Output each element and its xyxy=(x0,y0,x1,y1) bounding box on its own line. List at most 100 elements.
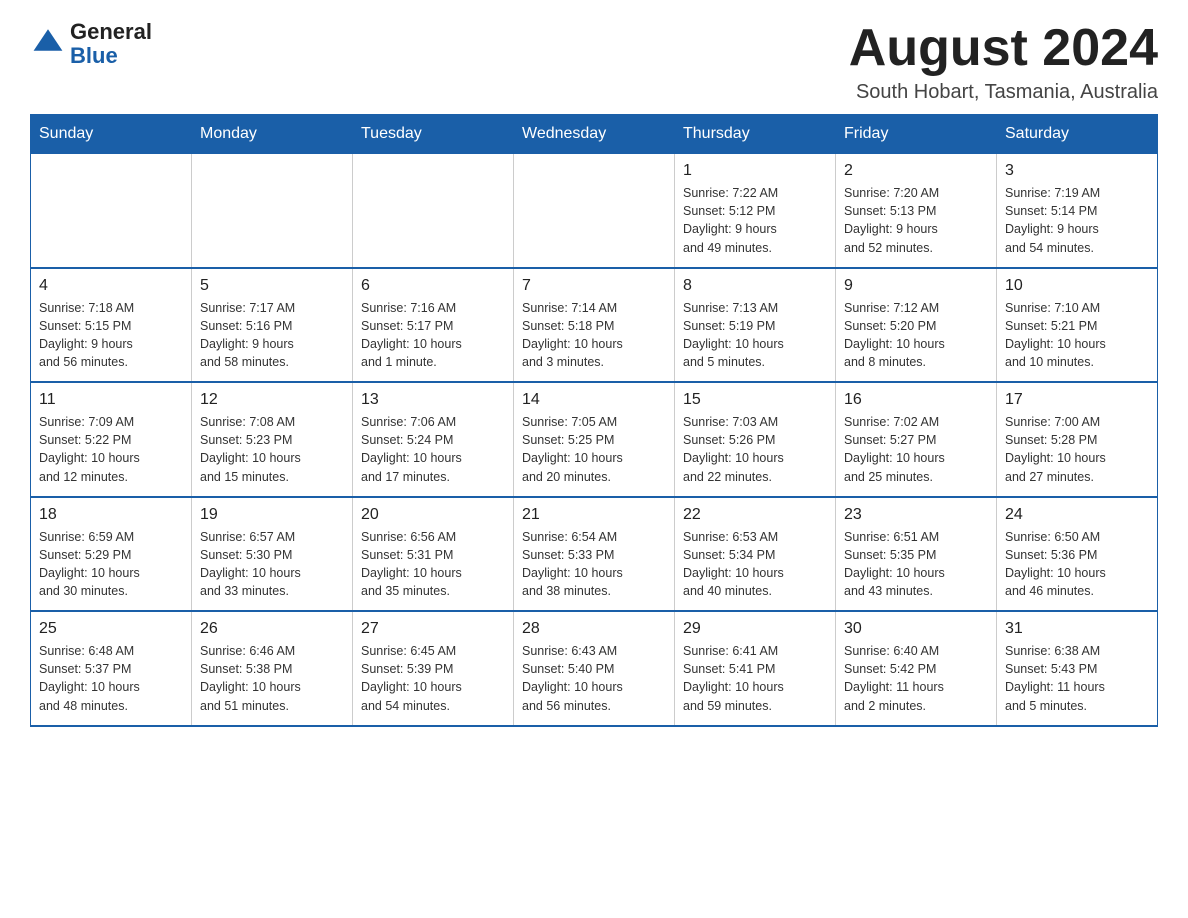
day-number: 13 xyxy=(361,391,505,409)
calendar-cell: 18 Sunrise: 6:59 AM Sunset: 5:29 PM Dayli… xyxy=(31,497,192,612)
day-number: 12 xyxy=(200,391,344,409)
day-info: Sunrise: 7:05 AM Sunset: 5:25 PM Dayligh… xyxy=(522,413,666,486)
calendar-cell: 22 Sunrise: 6:53 AM Sunset: 5:34 PM Dayli… xyxy=(675,497,836,612)
day-info: Sunrise: 6:50 AM Sunset: 5:36 PM Dayligh… xyxy=(1005,528,1149,601)
day-info: Sunrise: 6:48 AM Sunset: 5:37 PM Dayligh… xyxy=(39,642,183,715)
calendar-week-row: 25Sunrise: 6:48 AM Sunset: 5:37 PM Dayli… xyxy=(31,611,1158,726)
calendar-cell: 14 Sunrise: 7:05 AM Sunset: 5:25 PM Dayli… xyxy=(514,382,675,497)
calendar-cell: 5 Sunrise: 7:17 AM Sunset: 5:16 PM Daylig… xyxy=(192,268,353,383)
calendar-cell: 31 Sunrise: 6:38 AM Sunset: 5:43 PM Dayli… xyxy=(997,611,1158,726)
day-number: 4 xyxy=(39,277,183,295)
day-number: 26 xyxy=(200,620,344,638)
day-number: 8 xyxy=(683,277,827,295)
calendar-table: SundayMondayTuesdayWednesdayThursdayFrid… xyxy=(30,114,1158,727)
day-of-week-header: Sunday xyxy=(31,115,192,154)
calendar-cell: 24 Sunrise: 6:50 AM Sunset: 5:36 PM Dayli… xyxy=(997,497,1158,612)
day-number: 27 xyxy=(361,620,505,638)
day-of-week-header: Saturday xyxy=(997,115,1158,154)
day-number: 19 xyxy=(200,506,344,524)
day-of-week-header: Wednesday xyxy=(514,115,675,154)
calendar-header-row: SundayMondayTuesdayWednesdayThursdayFrid… xyxy=(31,115,1158,154)
calendar-cell: 13 Sunrise: 7:06 AM Sunset: 5:24 PM Dayli… xyxy=(353,382,514,497)
logo-general: General xyxy=(70,20,152,44)
day-info: Sunrise: 7:14 AM Sunset: 5:18 PM Dayligh… xyxy=(522,299,666,372)
day-of-week-header: Thursday xyxy=(675,115,836,154)
day-info: Sunrise: 7:00 AM Sunset: 5:28 PM Dayligh… xyxy=(1005,413,1149,486)
day-info: Sunrise: 7:12 AM Sunset: 5:20 PM Dayligh… xyxy=(844,299,988,372)
day-info: Sunrise: 6:43 AM Sunset: 5:40 PM Dayligh… xyxy=(522,642,666,715)
day-number: 23 xyxy=(844,506,988,524)
calendar-week-row: 18 Sunrise: 6:59 AM Sunset: 5:29 PM Dayli… xyxy=(31,497,1158,612)
calendar-cell: 19 Sunrise: 6:57 AM Sunset: 5:30 PM Dayli… xyxy=(192,497,353,612)
day-number: 7 xyxy=(522,277,666,295)
day-number: 14 xyxy=(522,391,666,409)
calendar-cell: 11Sunrise: 7:09 AM Sunset: 5:22 PM Dayli… xyxy=(31,382,192,497)
day-info: Sunrise: 6:54 AM Sunset: 5:33 PM Dayligh… xyxy=(522,528,666,601)
day-info: Sunrise: 6:59 AM Sunset: 5:29 PM Dayligh… xyxy=(39,528,183,601)
day-info: Sunrise: 7:10 AM Sunset: 5:21 PM Dayligh… xyxy=(1005,299,1149,372)
calendar-week-row: 11Sunrise: 7:09 AM Sunset: 5:22 PM Dayli… xyxy=(31,382,1158,497)
calendar-cell: 26Sunrise: 6:46 AM Sunset: 5:38 PM Dayli… xyxy=(192,611,353,726)
calendar-cell xyxy=(192,154,353,268)
day-info: Sunrise: 7:20 AM Sunset: 5:13 PM Dayligh… xyxy=(844,184,988,257)
calendar-cell: 20 Sunrise: 6:56 AM Sunset: 5:31 PM Dayli… xyxy=(353,497,514,612)
day-of-week-header: Tuesday xyxy=(353,115,514,154)
calendar-cell: 15Sunrise: 7:03 AM Sunset: 5:26 PM Dayli… xyxy=(675,382,836,497)
day-number: 30 xyxy=(844,620,988,638)
day-info: Sunrise: 7:16 AM Sunset: 5:17 PM Dayligh… xyxy=(361,299,505,372)
calendar-cell: 3Sunrise: 7:19 AM Sunset: 5:14 PM Daylig… xyxy=(997,154,1158,268)
logo: General Blue xyxy=(30,20,152,68)
day-number: 5 xyxy=(200,277,344,295)
calendar-cell xyxy=(353,154,514,268)
day-info: Sunrise: 7:18 AM Sunset: 5:15 PM Dayligh… xyxy=(39,299,183,372)
day-info: Sunrise: 7:03 AM Sunset: 5:26 PM Dayligh… xyxy=(683,413,827,486)
day-info: Sunrise: 7:22 AM Sunset: 5:12 PM Dayligh… xyxy=(683,184,827,257)
calendar-cell: 7 Sunrise: 7:14 AM Sunset: 5:18 PM Daylig… xyxy=(514,268,675,383)
day-info: Sunrise: 7:06 AM Sunset: 5:24 PM Dayligh… xyxy=(361,413,505,486)
day-number: 21 xyxy=(522,506,666,524)
day-info: Sunrise: 6:57 AM Sunset: 5:30 PM Dayligh… xyxy=(200,528,344,601)
calendar-cell: 17 Sunrise: 7:00 AM Sunset: 5:28 PM Dayli… xyxy=(997,382,1158,497)
day-number: 28 xyxy=(522,620,666,638)
day-number: 29 xyxy=(683,620,827,638)
day-number: 2 xyxy=(844,162,988,180)
calendar-cell: 27Sunrise: 6:45 AM Sunset: 5:39 PM Dayli… xyxy=(353,611,514,726)
day-number: 24 xyxy=(1005,506,1149,524)
day-info: Sunrise: 6:38 AM Sunset: 5:43 PM Dayligh… xyxy=(1005,642,1149,715)
day-number: 31 xyxy=(1005,620,1149,638)
day-of-week-header: Friday xyxy=(836,115,997,154)
day-info: Sunrise: 6:56 AM Sunset: 5:31 PM Dayligh… xyxy=(361,528,505,601)
calendar-cell: 30Sunrise: 6:40 AM Sunset: 5:42 PM Dayli… xyxy=(836,611,997,726)
calendar-cell: 1 Sunrise: 7:22 AM Sunset: 5:12 PM Daylig… xyxy=(675,154,836,268)
logo-icon xyxy=(30,22,66,58)
location-title: South Hobart, Tasmania, Australia xyxy=(849,81,1158,104)
day-number: 11 xyxy=(39,391,183,409)
day-number: 22 xyxy=(683,506,827,524)
day-number: 16 xyxy=(844,391,988,409)
calendar-cell: 4 Sunrise: 7:18 AM Sunset: 5:15 PM Daylig… xyxy=(31,268,192,383)
month-title: August 2024 xyxy=(849,20,1158,77)
day-number: 9 xyxy=(844,277,988,295)
calendar-cell: 2 Sunrise: 7:20 AM Sunset: 5:13 PM Daylig… xyxy=(836,154,997,268)
day-of-week-header: Monday xyxy=(192,115,353,154)
day-info: Sunrise: 7:17 AM Sunset: 5:16 PM Dayligh… xyxy=(200,299,344,372)
day-number: 1 xyxy=(683,162,827,180)
day-number: 3 xyxy=(1005,162,1149,180)
calendar-cell: 21 Sunrise: 6:54 AM Sunset: 5:33 PM Dayli… xyxy=(514,497,675,612)
page-header: General Blue August 2024 South Hobart, T… xyxy=(30,20,1158,104)
day-info: Sunrise: 6:51 AM Sunset: 5:35 PM Dayligh… xyxy=(844,528,988,601)
day-number: 18 xyxy=(39,506,183,524)
calendar-cell: 9 Sunrise: 7:12 AM Sunset: 5:20 PM Daylig… xyxy=(836,268,997,383)
day-info: Sunrise: 7:13 AM Sunset: 5:19 PM Dayligh… xyxy=(683,299,827,372)
day-number: 10 xyxy=(1005,277,1149,295)
calendar-cell: 10 Sunrise: 7:10 AM Sunset: 5:21 PM Dayli… xyxy=(997,268,1158,383)
calendar-cell: 6Sunrise: 7:16 AM Sunset: 5:17 PM Daylig… xyxy=(353,268,514,383)
calendar-cell xyxy=(514,154,675,268)
calendar-week-row: 1 Sunrise: 7:22 AM Sunset: 5:12 PM Daylig… xyxy=(31,154,1158,268)
logo-text: General Blue xyxy=(70,20,152,68)
day-info: Sunrise: 6:53 AM Sunset: 5:34 PM Dayligh… xyxy=(683,528,827,601)
day-number: 17 xyxy=(1005,391,1149,409)
day-number: 20 xyxy=(361,506,505,524)
day-info: Sunrise: 7:02 AM Sunset: 5:27 PM Dayligh… xyxy=(844,413,988,486)
calendar-cell: 29Sunrise: 6:41 AM Sunset: 5:41 PM Dayli… xyxy=(675,611,836,726)
